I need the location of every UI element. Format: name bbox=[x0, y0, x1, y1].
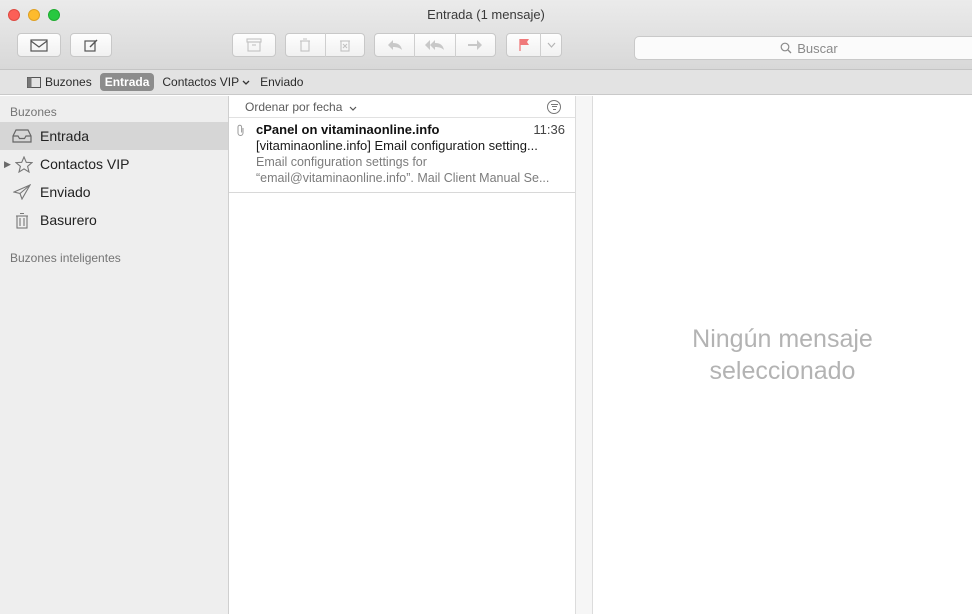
chevron-down-icon bbox=[547, 42, 556, 48]
message-viewer: Ningún mensaje seleccionado bbox=[593, 96, 972, 614]
window-title: Entrada (1 mensaje) bbox=[427, 7, 545, 22]
sidebar-item-contactos-vip[interactable]: ▶ Contactos VIP bbox=[0, 150, 228, 178]
message-time: 11:36 bbox=[533, 122, 565, 137]
envelope-icon bbox=[30, 38, 48, 52]
trash-icon bbox=[10, 212, 34, 229]
fav-mailboxes-toggle[interactable]: Buzones bbox=[22, 73, 97, 91]
forward-button[interactable] bbox=[456, 39, 495, 51]
fav-item-contactos-vip[interactable]: Contactos VIP bbox=[157, 73, 255, 91]
junk-button[interactable] bbox=[325, 38, 364, 52]
sidebar-item-basurero[interactable]: Basurero bbox=[0, 206, 228, 234]
flag-button[interactable] bbox=[507, 38, 540, 52]
message-preview: Email configuration settings for “email@… bbox=[256, 154, 565, 186]
trash-icon bbox=[300, 38, 311, 52]
chevron-down-icon bbox=[242, 77, 250, 87]
message-preview-line: Email configuration settings for bbox=[256, 155, 427, 169]
sidebar-section-mailboxes: Buzones bbox=[10, 105, 57, 119]
message-sender: cPanel on vitaminaonline.info bbox=[256, 122, 440, 137]
sidebar-item-entrada[interactable]: Entrada bbox=[0, 122, 228, 150]
forward-icon bbox=[468, 40, 483, 50]
flag-group bbox=[506, 33, 562, 57]
compose-button[interactable] bbox=[70, 33, 112, 57]
sidebar-section-smart-mailboxes: Buzones inteligentes bbox=[10, 251, 121, 265]
fav-item-label: Enviado bbox=[260, 75, 304, 89]
flag-menu-button[interactable] bbox=[541, 42, 561, 48]
sidebar-item-enviado[interactable]: Enviado bbox=[0, 178, 228, 206]
reply-all-button[interactable] bbox=[415, 39, 454, 51]
fav-mailboxes-label: Buzones bbox=[45, 75, 92, 89]
message-list: Ordenar por fecha cPanel on vitaminaonli… bbox=[229, 96, 576, 614]
message-subject: [vitaminaonline.info] Email configuratio… bbox=[256, 138, 538, 153]
star-icon bbox=[14, 155, 34, 173]
fav-item-label: Contactos VIP bbox=[162, 75, 240, 89]
delete-junk-group bbox=[285, 33, 365, 57]
empty-line: seleccionado bbox=[709, 357, 856, 385]
message-list-header: Ordenar por fecha bbox=[229, 96, 575, 118]
sidebar-item-label: Entrada bbox=[40, 128, 90, 144]
fav-item-enviado[interactable]: Enviado bbox=[255, 73, 308, 91]
attachment-paperclip-icon bbox=[237, 124, 245, 139]
favorites-bar: Buzones Entrada Contactos VIP Enviado bbox=[0, 70, 972, 95]
mailbox-sidebar: Buzones Entrada ▶ Contactos VIP Enviado … bbox=[0, 96, 229, 614]
message-list-item[interactable]: cPanel on vitaminaonline.info 11:36 [vit… bbox=[229, 118, 575, 193]
archive-button[interactable] bbox=[232, 33, 276, 57]
flag-icon bbox=[519, 39, 529, 51]
empty-line: Ningún mensaje bbox=[692, 325, 873, 353]
get-mail-button[interactable] bbox=[17, 33, 61, 57]
reply-group bbox=[374, 33, 496, 57]
message-preview-line: “email@vitaminaonline.info”. Mail Client… bbox=[256, 171, 550, 185]
sidebar-toggle-icon bbox=[27, 76, 41, 88]
sidebar-item-label: Contactos VIP bbox=[40, 156, 130, 172]
window-toolbar: Entrada (1 mensaje) Buscar bbox=[0, 0, 972, 70]
archive-icon bbox=[246, 38, 262, 52]
sort-label: Ordenar por fecha bbox=[245, 99, 343, 114]
pane-splitter[interactable] bbox=[576, 96, 593, 614]
reply-icon bbox=[387, 40, 402, 50]
filter-icon[interactable] bbox=[547, 99, 561, 114]
junk-icon bbox=[339, 40, 350, 52]
sort-menu-button[interactable]: Ordenar por fecha bbox=[245, 100, 357, 114]
paper-plane-icon bbox=[10, 184, 34, 200]
inbox-tray-icon bbox=[10, 129, 34, 143]
reply-button[interactable] bbox=[375, 39, 414, 51]
no-message-selected-text: Ningún mensaje seleccionado bbox=[692, 323, 873, 387]
search-placeholder: Buscar bbox=[797, 40, 838, 56]
fav-item-entrada[interactable]: Entrada bbox=[99, 73, 155, 91]
search-field[interactable]: Buscar bbox=[634, 36, 972, 60]
fav-item-label: Entrada bbox=[104, 75, 150, 89]
delete-button[interactable] bbox=[286, 38, 325, 52]
compose-icon bbox=[83, 39, 97, 52]
sidebar-item-label: Enviado bbox=[40, 184, 91, 200]
disclosure-triangle-icon[interactable]: ▶ bbox=[4, 159, 12, 170]
chevron-down-icon bbox=[349, 103, 357, 113]
sidebar-item-label: Basurero bbox=[40, 212, 97, 228]
reply-all-icon bbox=[425, 40, 444, 50]
search-icon bbox=[780, 42, 792, 54]
